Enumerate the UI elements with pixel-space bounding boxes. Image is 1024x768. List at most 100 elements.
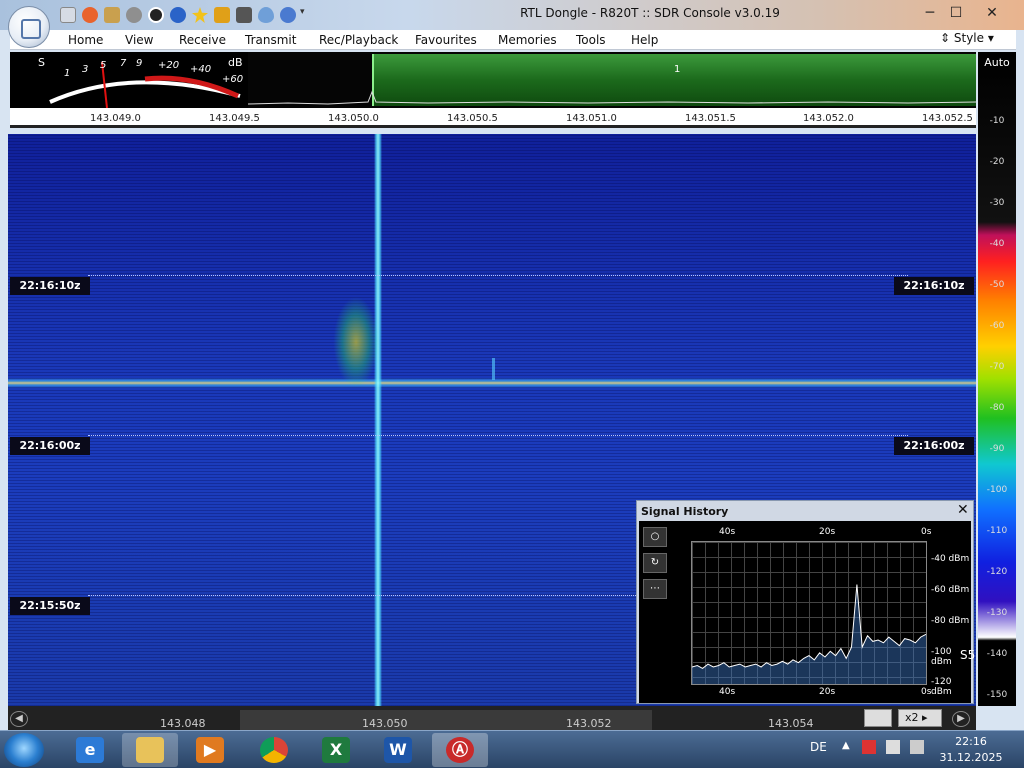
time-label-left: 22:16:00z [10, 437, 90, 455]
freq-tick: 143.051.5 [685, 113, 736, 124]
minimize-button[interactable]: ─ [916, 3, 944, 23]
lock-icon[interactable] [214, 7, 230, 23]
menu-tools[interactable]: Tools [576, 33, 606, 47]
reset-icon[interactable]: ↻ [643, 553, 667, 573]
menu-transmit[interactable]: Transmit [245, 33, 296, 47]
star-icon[interactable] [192, 7, 208, 23]
title-bar: ▾ RTL Dongle - R820T :: SDR Console v3.0… [0, 0, 1024, 30]
camera-icon[interactable] [236, 7, 252, 23]
folder-icon [136, 737, 164, 763]
signal-history-panel: Signal History ✕ ○ ↻ ⋯ 40s 20s 0s S5 -40… [636, 500, 975, 704]
auto-scale-button[interactable]: Auto [978, 56, 1016, 69]
taskbar-chrome[interactable] [246, 733, 302, 767]
meter-scale-plus20: +20 [158, 60, 180, 71]
taskbar-ie[interactable]: e [62, 733, 118, 767]
maximize-button[interactable]: ☐ [942, 3, 970, 23]
sh-x-top-label: 20s [819, 527, 836, 537]
app-menu-orb[interactable] [8, 6, 50, 48]
meter-scale-plus40: +40 [190, 64, 212, 75]
color-scale-value: -10 [989, 116, 1005, 126]
color-scale-bar[interactable]: -10 -20 -30 -40 -50 -60 -70 -80 -90 -100… [978, 52, 1016, 706]
network-icon[interactable] [886, 740, 900, 754]
freq-tick: 143.049.0 [90, 113, 141, 124]
taskbar-excel[interactable]: X [308, 733, 364, 767]
signal-history-trace [692, 584, 926, 684]
system-clock[interactable]: 22:16 31.12.2025 [934, 734, 1008, 766]
zoom-button[interactable]: x2 ▸ [898, 709, 942, 727]
keyboard-icon[interactable] [864, 709, 892, 727]
more-options-icon[interactable]: ⋯ [643, 579, 667, 599]
time-label-right: 22:16:00z [894, 437, 974, 455]
zoom-label: x2 [905, 711, 919, 724]
color-scale-value: -150 [986, 690, 1008, 700]
taskbar: e ▶ X W Ⓐ DE ▲ 22:16 31.12.2025 [0, 730, 1024, 768]
scroll-right-icon[interactable]: ▶ [952, 711, 970, 727]
chrome-icon [260, 737, 288, 763]
menu-home[interactable]: Home [68, 33, 103, 47]
start-button[interactable] [4, 733, 44, 767]
language-indicator[interactable]: DE [810, 740, 827, 754]
menu-favourites[interactable]: Favourites [415, 33, 477, 47]
taskbar-sdr-console[interactable]: Ⓐ [432, 733, 488, 767]
style-icon: ⇕ [940, 31, 954, 45]
color-scale-value: -80 [989, 403, 1005, 413]
signal-blip [492, 358, 495, 380]
meter-db-label: dB [228, 56, 243, 69]
play-icon[interactable] [126, 7, 142, 23]
excel-icon: X [322, 737, 350, 763]
bottom-freq-tick: 143.054 [768, 717, 814, 730]
style-label: Style [953, 31, 985, 45]
style-button[interactable]: ⇕ Style ▾ [940, 31, 994, 45]
folder-icon[interactable] [104, 7, 120, 23]
record-icon[interactable]: ○ [643, 527, 667, 547]
taskbar-word[interactable]: W [370, 733, 426, 767]
color-scale-value: -120 [986, 567, 1008, 577]
home-icon[interactable] [60, 7, 76, 23]
color-scale-value: -110 [986, 526, 1008, 536]
signal-history-area [692, 584, 926, 684]
meter-scale-3: 3 [82, 64, 89, 75]
scroll-left-icon[interactable]: ◀ [10, 711, 28, 727]
bottom-frequency-scale[interactable]: ◀ 143.048 143.050 143.052 143.054 x2 ▸ ▶ [8, 706, 976, 730]
bottom-freq-tick: 143.050 [362, 717, 408, 730]
menu-rec-playback[interactable]: Rec/Playback [319, 33, 398, 47]
sh-x-bottom-label: 0s [921, 687, 932, 697]
freq-tick: 143.052.0 [803, 113, 854, 124]
bottom-freq-tick: 143.048 [160, 717, 206, 730]
signal-history-body: ○ ↻ ⋯ 40s 20s 0s S5 -40 dBm -60 dBm -80 … [639, 521, 975, 703]
undo-icon[interactable] [280, 7, 296, 23]
menu-receive[interactable]: Receive [179, 33, 226, 47]
taskbar-explorer[interactable] [122, 733, 178, 767]
stop-icon[interactable] [148, 7, 164, 23]
sdr-console-window: ▾ RTL Dongle - R820T :: SDR Console v3.0… [0, 0, 1024, 730]
volume-icon[interactable] [910, 740, 924, 754]
color-scale-value: -20 [989, 157, 1005, 167]
meter-scale-7: 7 [120, 58, 127, 69]
close-button[interactable]: ✕ [978, 3, 1006, 23]
tray-expand-icon[interactable]: ▲ [842, 740, 850, 751]
action-center-icon[interactable] [862, 740, 876, 754]
sh-x-top-label: 40s [719, 527, 736, 537]
chevron-down-icon[interactable]: ▾ [300, 7, 310, 23]
taskbar-media-player[interactable]: ▶ [182, 733, 238, 767]
s-meter-dial [49, 61, 241, 109]
meter-scale-9: 9 [136, 58, 143, 69]
menu-help[interactable]: Help [631, 33, 658, 47]
lifebuoy-icon[interactable] [82, 7, 98, 23]
time-label-right: 22:16:10z [894, 277, 974, 295]
freq-tick: 143.052.5 [922, 113, 973, 124]
sh-x-top-label: 0s [921, 527, 932, 537]
add-icon[interactable] [170, 7, 186, 23]
word-icon: W [384, 737, 412, 763]
sh-y-label: -40 dBm [931, 554, 970, 564]
menu-memories[interactable]: Memories [498, 33, 557, 47]
sh-y-label: -100 dBm [931, 647, 952, 667]
signal-history-close-button[interactable]: ✕ [957, 502, 969, 518]
spectrum-display[interactable]: 1 [248, 52, 976, 108]
spectrum-trace [248, 90, 976, 105]
frequency-scale[interactable]: 143.049.0 143.049.5 143.050.0 143.050.5 … [10, 108, 976, 128]
signal-history-plot: S5 [691, 541, 975, 685]
drop-icon[interactable] [258, 7, 274, 23]
meter-scale-plus60: +60 [222, 74, 244, 85]
menu-view[interactable]: View [125, 33, 153, 47]
